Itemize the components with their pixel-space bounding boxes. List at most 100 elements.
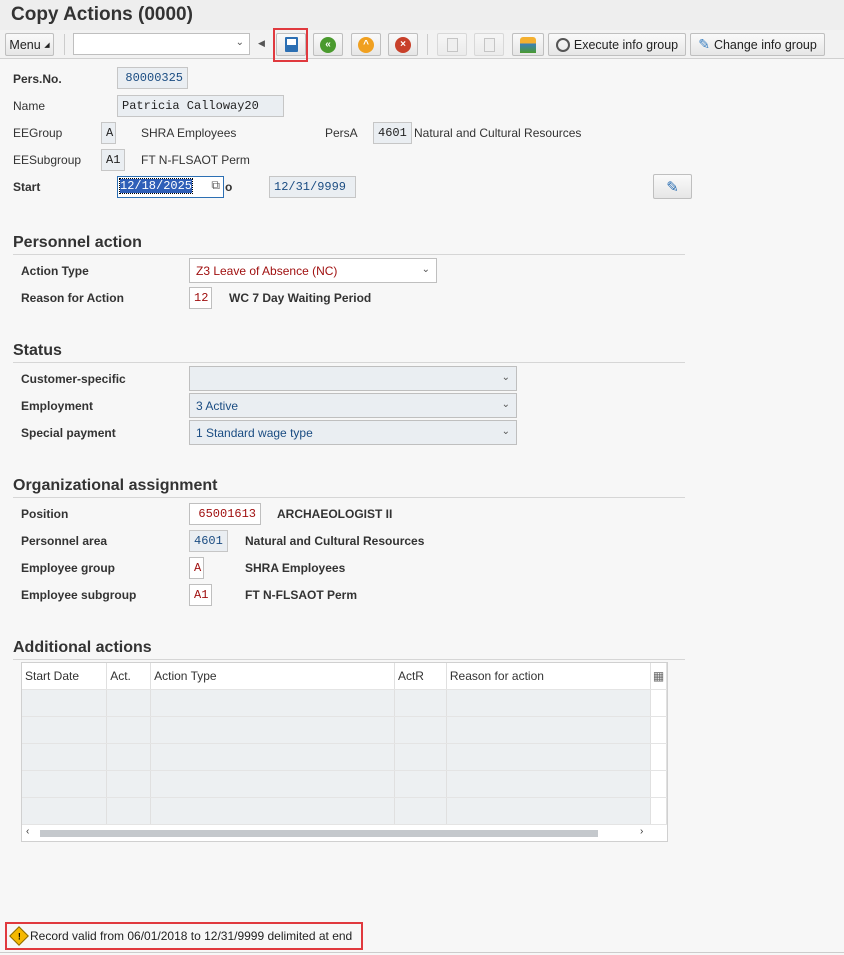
chevron-down-icon: ⌄	[421, 264, 430, 275]
persa-field: 4601	[373, 122, 412, 144]
reason-label: Reason for Action	[21, 291, 124, 305]
employment-select[interactable]: 3 Active ⌄	[189, 393, 517, 418]
reason-code-input[interactable]: 12	[189, 287, 212, 309]
separator	[427, 34, 428, 55]
additional-actions-heading: Additional actions	[13, 639, 152, 656]
status-heading: Status	[13, 342, 62, 359]
position-input[interactable]: 65001613	[189, 503, 261, 525]
pencil-icon: ✎	[698, 36, 710, 52]
table-row[interactable]	[22, 797, 668, 825]
col-start-date[interactable]: Start Date	[22, 663, 108, 690]
start-date-value: 12/18/2025	[118, 178, 194, 194]
personnel-area-text: Natural and Cultural Resources	[245, 534, 425, 548]
back-button[interactable]: «	[313, 33, 343, 56]
employee-subgroup-text: FT N-FLSAOT Perm	[245, 588, 358, 602]
persno-label: Pers.No.	[13, 72, 62, 86]
persno-field: 80000325	[117, 67, 188, 89]
special-payment-value: 1 Standard wage type	[196, 426, 313, 440]
horizontal-scrollbar[interactable]: ‹ ›	[22, 824, 667, 841]
divider	[13, 254, 685, 255]
save-button[interactable]	[276, 33, 306, 56]
eesubgroup-text: FT N-FLSAOT Perm	[141, 153, 250, 167]
end-date-field: 12/31/9999	[269, 176, 356, 198]
start-date-input[interactable]: 12/18/2025 ⧉	[117, 176, 224, 198]
customer-specific-select[interactable]: ⌄	[189, 366, 517, 391]
chevron-down-icon: ⌄	[501, 372, 510, 383]
clock-check-icon	[555, 37, 570, 52]
landscape-icon	[520, 36, 536, 53]
execute-label: Execute info group	[573, 37, 679, 52]
special-payment-label: Special payment	[21, 426, 116, 440]
scroll-right-icon[interactable]: ›	[640, 826, 643, 837]
reason-text: WC 7 Day Waiting Period	[229, 291, 372, 305]
status-text: Record valid from 06/01/2018 to 12/31/99…	[30, 929, 353, 943]
employee-subgroup-label: Employee subgroup	[21, 588, 137, 602]
scroll-left-icon[interactable]: ‹	[26, 826, 29, 837]
page-title: Copy Actions (0000)	[0, 0, 844, 30]
calendar-icon[interactable]: ⧉	[211, 179, 220, 193]
table-row[interactable]	[22, 716, 668, 744]
overview-button[interactable]	[512, 33, 544, 56]
table-row[interactable]	[22, 689, 668, 717]
table-settings-icon[interactable]: ▦	[650, 663, 668, 690]
command-field[interactable]: ⌄	[73, 33, 250, 55]
customer-specific-label: Customer-specific	[21, 372, 126, 386]
eesubgroup-field: A1	[101, 149, 125, 171]
collapse-arrow-icon[interactable]: ◀	[258, 38, 265, 49]
employee-group-input[interactable]: A	[189, 557, 204, 579]
previous-record-button[interactable]	[437, 33, 467, 56]
position-text: ARCHAEOLOGIST II	[277, 507, 393, 521]
table-row[interactable]	[22, 743, 668, 771]
to-label: o	[225, 180, 233, 194]
col-act[interactable]: Act.	[106, 663, 152, 690]
employee-subgroup-input[interactable]: A1	[189, 584, 212, 606]
col-reason[interactable]: Reason for action	[446, 663, 651, 690]
divider	[13, 659, 685, 660]
chevron-down-icon: ⌄	[501, 426, 510, 437]
status-message[interactable]: ! Record valid from 06/01/2018 to 12/31/…	[5, 922, 363, 950]
position-label: Position	[21, 507, 69, 521]
eesubgroup-label: EESubgroup	[13, 153, 82, 167]
execute-info-group-button[interactable]: Execute info group	[548, 33, 686, 56]
special-payment-select[interactable]: 1 Standard wage type ⌄	[189, 420, 517, 445]
exit-button[interactable]: ^	[351, 33, 381, 56]
col-actr[interactable]: ActR	[394, 663, 447, 690]
employment-value: 3 Active	[196, 399, 239, 413]
document-prev-icon	[446, 37, 458, 52]
eegroup-text: SHRA Employees	[141, 126, 237, 140]
change-info-group-button[interactable]: ✎ Change info group	[690, 33, 825, 56]
divider	[13, 362, 685, 363]
persa-label: PersA	[325, 126, 358, 140]
separator	[64, 34, 65, 55]
action-type-label: Action Type	[21, 264, 89, 278]
menu-button[interactable]: Menu ◢	[5, 33, 54, 56]
divider	[13, 497, 685, 498]
table-row[interactable]	[22, 770, 668, 798]
action-type-select[interactable]: Z3 Leave of Absence (NC) ⌄	[189, 258, 437, 283]
org-assignment-heading: Organizational assignment	[13, 477, 218, 494]
action-type-value: Z3 Leave of Absence (NC)	[196, 264, 338, 278]
personnel-area-label: Personnel area	[21, 534, 108, 548]
additional-actions-table: Start Date Act. Action Type ActR Reason …	[21, 662, 668, 842]
name-field: Patricia Calloway20	[117, 95, 284, 117]
next-record-button[interactable]	[474, 33, 504, 56]
eegroup-label: EEGroup	[13, 126, 63, 140]
back-icon: «	[320, 36, 336, 53]
persa-text: Natural and Cultural Resources	[414, 126, 582, 140]
edit-button[interactable]: ✎	[653, 174, 692, 199]
col-action-type[interactable]: Action Type	[150, 663, 395, 690]
toolbar: Menu ◢ ⌄ ◀ « ^ × Execute info group ✎ Cha…	[0, 28, 844, 62]
save-icon	[284, 37, 298, 52]
chevron-down-icon: ⌄	[501, 399, 510, 410]
menu-label: Menu	[9, 37, 41, 52]
start-label: Start	[13, 180, 41, 194]
personnel-area-field: 4601	[189, 530, 228, 552]
name-label: Name	[13, 99, 46, 113]
change-label: Change info group	[713, 37, 817, 52]
cancel-icon: ×	[395, 36, 411, 53]
eegroup-field: A	[101, 122, 116, 144]
scrollbar-thumb[interactable]	[40, 829, 598, 837]
cancel-button[interactable]: ×	[388, 33, 418, 56]
exit-icon: ^	[358, 36, 374, 53]
employee-group-label: Employee group	[21, 561, 116, 575]
